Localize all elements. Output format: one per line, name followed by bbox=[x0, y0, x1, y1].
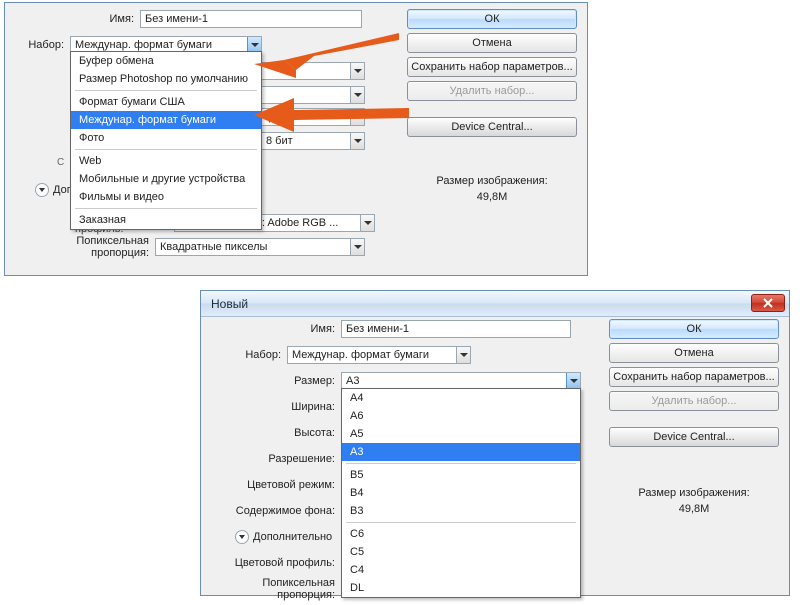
preset-dropdown-list[interactable]: Буфер обменаРазмер Photoshop по умолчани… bbox=[70, 51, 262, 230]
preset-option[interactable]: Фильмы и видео bbox=[71, 188, 261, 206]
annotation-arrow bbox=[254, 98, 414, 132]
name-input[interactable]: Без имени-1 bbox=[341, 320, 571, 338]
size-option[interactable]: A3 bbox=[342, 443, 580, 461]
image-size-label: Размер изображения: bbox=[609, 487, 779, 499]
bg-label: Содержимое фона: bbox=[211, 505, 341, 517]
size-option[interactable]: B3 bbox=[342, 502, 580, 520]
chevron-down-icon bbox=[350, 133, 364, 149]
preset-select-value: Междунар. формат бумаги bbox=[75, 39, 212, 51]
size-option[interactable]: DL bbox=[342, 579, 580, 597]
preset-option[interactable]: Заказная bbox=[71, 211, 261, 229]
pixel-ratio-select[interactable]: Квадратные пикселы bbox=[155, 238, 365, 256]
window-title: Новый bbox=[207, 297, 248, 311]
annotation-arrow bbox=[254, 28, 404, 78]
advanced-toggle[interactable]: Доп bbox=[35, 183, 73, 197]
preset-option[interactable]: Фото bbox=[71, 129, 261, 147]
res-label: Разрешение: bbox=[211, 453, 341, 465]
image-size-value: 49,8M bbox=[407, 191, 577, 203]
size-label: Размер: bbox=[211, 375, 341, 387]
dialog-new: Новый Имя: Без имени-1 Набор: Междунар. … bbox=[200, 290, 790, 596]
close-button[interactable] bbox=[751, 294, 785, 312]
name-label: Имя: bbox=[15, 13, 140, 25]
cancel-button[interactable]: Отмена bbox=[609, 343, 779, 363]
size-dropdown-list[interactable]: A4A6A5A3 B5B4B3 C6C5C4DL bbox=[341, 388, 581, 598]
chevron-down-icon bbox=[456, 347, 470, 363]
name-label: Имя: bbox=[211, 323, 341, 335]
chevron-down-icon bbox=[566, 373, 580, 389]
image-size-value: 49,8M bbox=[609, 503, 779, 515]
preset-label: Набор: bbox=[211, 349, 287, 361]
device-central-button[interactable]: Device Central... bbox=[407, 117, 577, 137]
height-label: Высота: bbox=[211, 427, 341, 439]
device-central-button[interactable]: Device Central... bbox=[609, 427, 779, 447]
name-input[interactable]: Без имени-1 bbox=[140, 10, 362, 28]
preset-select[interactable]: Междунар. формат бумаги bbox=[287, 346, 471, 364]
ok-button[interactable]: ОК bbox=[609, 319, 779, 339]
close-icon bbox=[763, 298, 773, 308]
size-option[interactable]: A4 bbox=[342, 389, 580, 407]
chevron-down-icon bbox=[235, 530, 249, 544]
cancel-button[interactable]: Отмена bbox=[407, 33, 577, 53]
bits-select[interactable]: 8 бит bbox=[261, 132, 365, 150]
chevron-down-icon bbox=[360, 215, 374, 231]
pixel-ratio-label: Попиксельная пропорция: bbox=[23, 235, 155, 259]
delete-preset-button: Удалить набор... bbox=[609, 391, 779, 411]
preset-option[interactable]: Буфер обмена bbox=[71, 52, 261, 70]
width-label: Ширина: bbox=[211, 401, 341, 413]
mode-label: Цветовой режим: bbox=[211, 479, 341, 491]
preset-option[interactable]: Междунар. формат бумаги bbox=[71, 111, 261, 129]
preset-option[interactable]: Размер Photoshop по умолчанию bbox=[71, 70, 261, 88]
save-preset-button[interactable]: Сохранить набор параметров... bbox=[609, 367, 779, 387]
preset-label: Набор: bbox=[15, 39, 70, 51]
chevron-down-icon bbox=[35, 183, 49, 197]
ok-button[interactable]: ОК bbox=[407, 9, 577, 29]
profile-label: Цветовой профиль: bbox=[211, 557, 341, 569]
size-option[interactable]: A5 bbox=[342, 425, 580, 443]
size-option[interactable]: C5 bbox=[342, 543, 580, 561]
pixel-label: Попиксельная пропорция: bbox=[211, 577, 341, 601]
size-option[interactable]: C4 bbox=[342, 561, 580, 579]
delete-preset-button: Удалить набор... bbox=[407, 81, 577, 101]
size-option[interactable]: C6 bbox=[342, 525, 580, 543]
size-option[interactable]: B4 bbox=[342, 484, 580, 502]
save-preset-button[interactable]: Сохранить набор параметров... bbox=[407, 57, 577, 77]
chevron-down-icon bbox=[350, 239, 364, 255]
bg-label-stub: С bbox=[57, 157, 64, 168]
preset-option[interactable]: Мобильные и другие устройства bbox=[71, 170, 261, 188]
preset-option[interactable]: Формат бумаги США bbox=[71, 93, 261, 111]
size-option[interactable]: A6 bbox=[342, 407, 580, 425]
titlebar: Новый bbox=[201, 291, 789, 317]
image-size-label: Размер изображения: bbox=[407, 175, 577, 187]
preset-option[interactable]: Web bbox=[71, 152, 261, 170]
size-option[interactable]: B5 bbox=[342, 466, 580, 484]
